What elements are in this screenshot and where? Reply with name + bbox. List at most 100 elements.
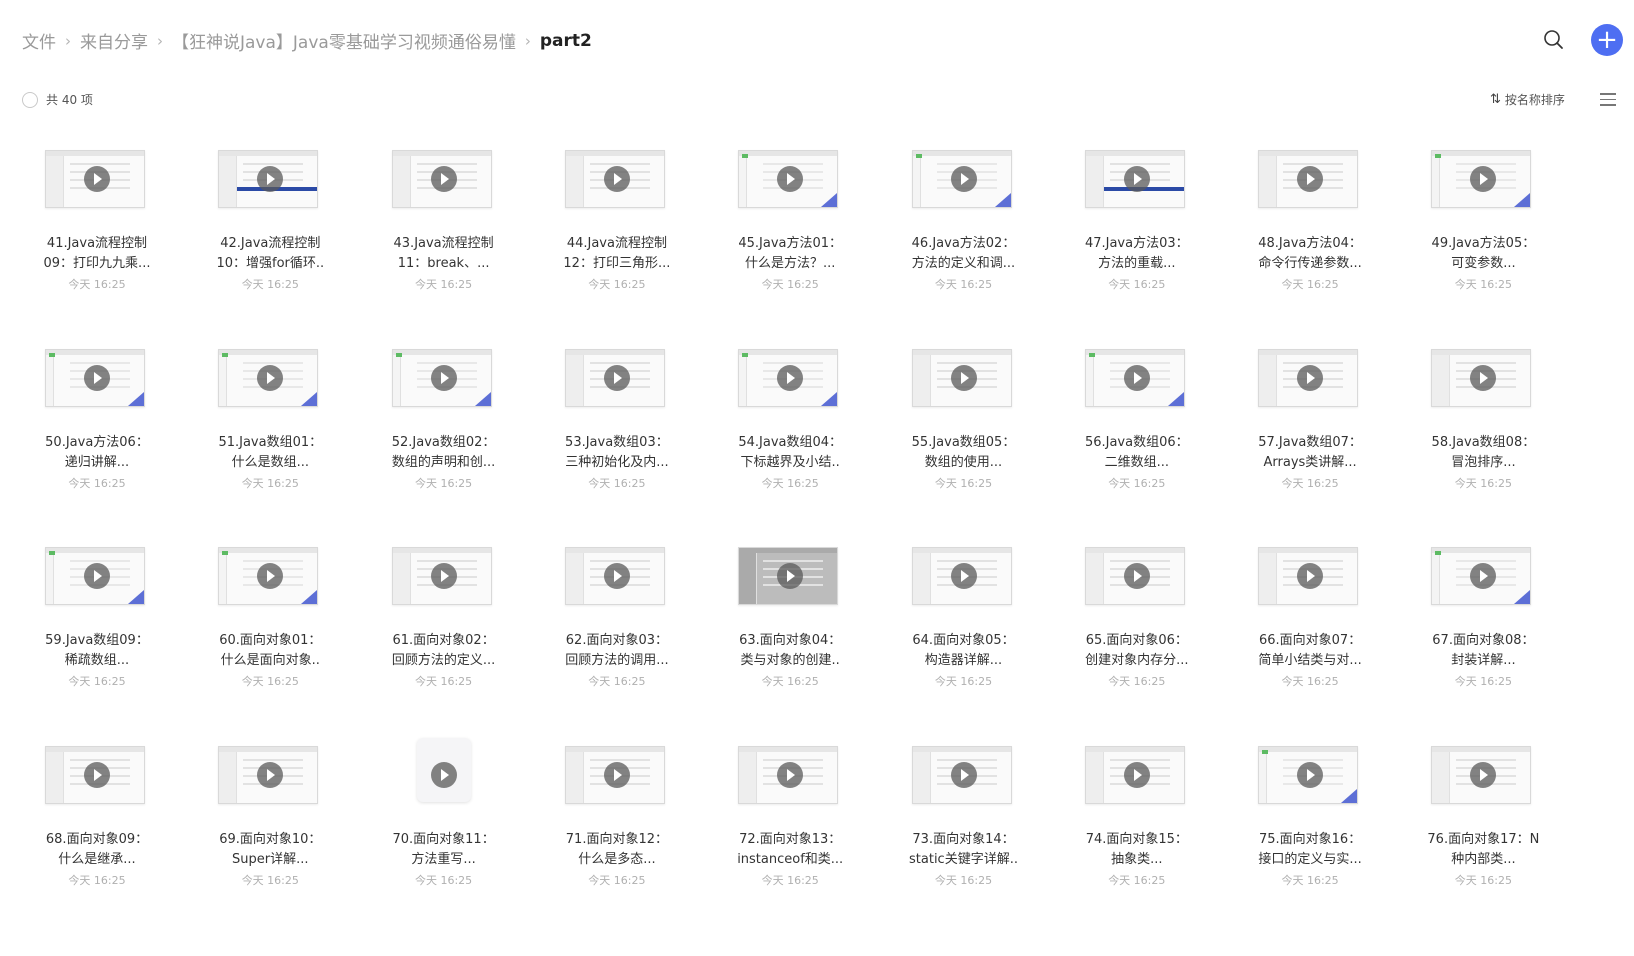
file-item[interactable]: 68.面向对象09： 什么是继承... 今天 16:25 bbox=[12, 724, 182, 914]
file-modified-time: 今天 16:25 bbox=[1281, 873, 1339, 887]
file-item[interactable]: 66.面向对象07： 简单小结类与对... 今天 16:25 bbox=[1225, 525, 1395, 715]
file-item[interactable]: 52.Java数组02： 数组的声明和创... 今天 16:25 bbox=[359, 327, 529, 517]
file-item[interactable]: 55.Java数组05： 数组的使用... 今天 16:25 bbox=[879, 327, 1049, 517]
file-name-line-2: 什么是多态... bbox=[578, 851, 656, 867]
file-name-line-2: instanceof和类... bbox=[737, 851, 844, 867]
file-item[interactable]: 51.Java数组01： 什么是数组... 今天 16:25 bbox=[185, 327, 355, 517]
file-item[interactable]: 72.面向对象13： instanceof和类... 今天 16:25 bbox=[705, 724, 875, 914]
file-modified-time: 今天 16:25 bbox=[414, 278, 473, 291]
file-name-line-2: 数组的声明和创... bbox=[391, 454, 496, 470]
file-item[interactable]: 73.面向对象14： static关键字详解.. 今天 16:25 bbox=[879, 724, 1049, 914]
file-item[interactable]: 61.面向对象02： 回顾方法的定义... 今天 16:25 bbox=[359, 525, 529, 715]
file-name: 62.面向对象03： 回顾方法的调用... bbox=[532, 631, 702, 671]
file-name-line-1: 58.Java数组08： bbox=[1431, 434, 1536, 450]
file-name: 66.面向对象07： 简单小结类与对... bbox=[1225, 631, 1395, 671]
file-item[interactable]: 69.面向对象10： Super详解... 今天 16:25 bbox=[185, 724, 355, 914]
file-name: 42.Java流程控制 10：增强for循环.. bbox=[185, 234, 355, 274]
file-name-line-1: 75.面向对象16： bbox=[1258, 831, 1362, 847]
file-name-line-1: 68.面向对象09： bbox=[45, 831, 149, 847]
play-icon bbox=[84, 166, 110, 192]
file-name-line-1: 57.Java数组07： bbox=[1258, 434, 1362, 450]
file-name-line-1: 63.面向对象04： bbox=[739, 633, 842, 648]
file-name-line-2: 09：打印九九乘... bbox=[43, 256, 151, 271]
file-modified-time: 今天 16:25 bbox=[761, 873, 819, 887]
file-modified-time: 今天 16:25 bbox=[934, 675, 993, 688]
file-name-line-2: 数组的使用... bbox=[924, 454, 1003, 470]
file-item[interactable]: 54.Java数组04： 下标越界及小结.. 今天 16:25 bbox=[705, 327, 875, 517]
breadcrumb-files[interactable]: 文件 bbox=[22, 28, 56, 53]
file-item[interactable]: 74.面向对象15： 抽象类... 今天 16:25 bbox=[1052, 724, 1222, 914]
file-name-line-1: 69.面向对象10： bbox=[219, 831, 322, 847]
play-icon bbox=[84, 761, 110, 788]
file-modified-time: 今天 16:25 bbox=[414, 476, 473, 490]
file-item[interactable]: 58.Java数组08： 冒泡排序... 今天 16:25 bbox=[1398, 327, 1568, 517]
file-modified-time: 今天 16:25 bbox=[68, 476, 126, 490]
file-name: 75.面向对象16： 接口的定义与实... bbox=[1225, 830, 1395, 870]
file-name-line-1: 42.Java流程控制 bbox=[220, 236, 321, 251]
sort-button[interactable]: ⇅ 按名称排序 bbox=[1490, 91, 1565, 108]
file-item[interactable]: 43.Java流程控制 11：break、... 今天 16:25 bbox=[359, 128, 529, 318]
play-icon bbox=[1297, 761, 1324, 788]
file-name-line-2: Arrays类讲解... bbox=[1263, 454, 1357, 470]
file-modified-time: 今天 16:25 bbox=[761, 278, 819, 291]
search-button[interactable] bbox=[1540, 26, 1568, 54]
file-item[interactable]: 76.面向对象17：N 种内部类... 今天 16:25 bbox=[1398, 724, 1568, 914]
file-name-line-1: 54.Java数组04： bbox=[738, 434, 843, 450]
file-name-line-2: 创建对象内存分... bbox=[1085, 653, 1189, 668]
select-all-checkbox[interactable]: 共 40 项 bbox=[22, 91, 93, 108]
file-modified-time: 今天 16:25 bbox=[761, 476, 819, 490]
file-item[interactable]: 75.面向对象16： 接口的定义与实... 今天 16:25 bbox=[1225, 724, 1395, 914]
list-view-icon bbox=[1600, 93, 1616, 95]
file-modified-time: 今天 16:25 bbox=[1454, 476, 1512, 490]
file-item[interactable]: 57.Java数组07： Arrays类讲解... 今天 16:25 bbox=[1225, 327, 1395, 517]
file-item[interactable]: 46.Java方法02： 方法的定义和调... 今天 16:25 bbox=[879, 128, 1049, 318]
file-item[interactable]: 44.Java流程控制 12：打印三角形... 今天 16:25 bbox=[532, 128, 702, 318]
file-name-line-2: 方法的定义和调... bbox=[911, 256, 1016, 271]
file-name-line-2: static关键字详解.. bbox=[909, 851, 1018, 867]
file-name-line-2: 递归讲解... bbox=[64, 454, 130, 470]
file-item[interactable]: 50.Java方法06： 递归讲解... 今天 16:25 bbox=[12, 327, 182, 517]
file-item[interactable]: 60.面向对象01： 什么是面向对象.. 今天 16:25 bbox=[185, 525, 355, 715]
breadcrumb-shared[interactable]: 来自分享 bbox=[80, 28, 148, 53]
play-icon bbox=[430, 563, 457, 589]
file-item[interactable]: 41.Java流程控制 09：打印九九乘... 今天 16:25 bbox=[12, 128, 182, 318]
file-name-line-2: 接口的定义与实... bbox=[1258, 851, 1362, 867]
file-item[interactable]: 48.Java方法04： 命令行传递参数... 今天 16:25 bbox=[1225, 128, 1395, 318]
play-icon bbox=[84, 563, 110, 589]
file-name-line-2: 方法重写... bbox=[411, 851, 476, 867]
play-icon bbox=[777, 166, 804, 192]
file-name-line-2: 类与对象的创建.. bbox=[740, 653, 840, 668]
file-item[interactable]: 62.面向对象03： 回顾方法的调用... 今天 16:25 bbox=[532, 525, 702, 715]
file-name-line-1: 59.Java数组09： bbox=[45, 633, 149, 648]
list-view-button[interactable] bbox=[1600, 93, 1616, 107]
file-name-line-1: 64.面向对象05： bbox=[912, 633, 1015, 648]
file-item[interactable]: 42.Java流程控制 10：增强for循环.. 今天 16:25 bbox=[185, 128, 355, 318]
breadcrumb-course-folder[interactable]: 【狂神说Java】Java零基础学习视频通俗易懂 bbox=[172, 28, 516, 53]
add-button[interactable]: + bbox=[1591, 24, 1623, 56]
file-item[interactable]: 63.面向对象04： 类与对象的创建.. 今天 16:25 bbox=[705, 525, 875, 715]
file-item[interactable]: 65.面向对象06： 创建对象内存分... 今天 16:25 bbox=[1052, 525, 1222, 715]
file-item[interactable]: 47.Java方法03： 方法的重载... 今天 16:25 bbox=[1052, 128, 1222, 318]
file-modified-time: 今天 16:25 bbox=[414, 873, 473, 887]
file-item[interactable]: 45.Java方法01： 什么是方法？... 今天 16:25 bbox=[705, 128, 875, 318]
file-name-line-1: 70.面向对象11： bbox=[392, 831, 495, 847]
play-icon bbox=[1297, 166, 1324, 192]
play-icon bbox=[1470, 364, 1497, 391]
breadcrumb: 文件 › 来自分享 › 【狂神说Java】Java零基础学习视频通俗易懂 › p… bbox=[22, 28, 592, 54]
file-item[interactable]: 70.面向对象11： 方法重写... 今天 16:25 bbox=[359, 724, 529, 914]
file-name-line-1: 41.Java流程控制 bbox=[46, 236, 148, 251]
play-icon bbox=[603, 761, 630, 788]
file-item[interactable]: 56.Java数组06： 二维数组... 今天 16:25 bbox=[1052, 327, 1222, 517]
file-item[interactable]: 64.面向对象05： 构造器详解... 今天 16:25 bbox=[879, 525, 1049, 715]
file-name-line-1: 65.面向对象06： bbox=[1085, 633, 1188, 648]
file-name-line-1: 56.Java数组06： bbox=[1084, 434, 1189, 450]
file-item[interactable]: 71.面向对象12： 什么是多态... 今天 16:25 bbox=[532, 724, 702, 914]
file-name-line-1: 49.Java方法05： bbox=[1431, 236, 1536, 251]
file-item[interactable]: 59.Java数组09： 稀疏数组... 今天 16:25 bbox=[12, 525, 182, 715]
file-item[interactable]: 67.面向对象08： 封装详解... 今天 16:25 bbox=[1398, 525, 1568, 715]
file-modified-time: 今天 16:25 bbox=[934, 476, 993, 490]
sort-arrows-icon: ⇅ bbox=[1490, 92, 1501, 107]
play-icon bbox=[257, 364, 284, 391]
file-item[interactable]: 53.Java数组03： 三种初始化及内... 今天 16:25 bbox=[532, 327, 702, 517]
file-item[interactable]: 49.Java方法05： 可变参数... 今天 16:25 bbox=[1398, 128, 1568, 318]
